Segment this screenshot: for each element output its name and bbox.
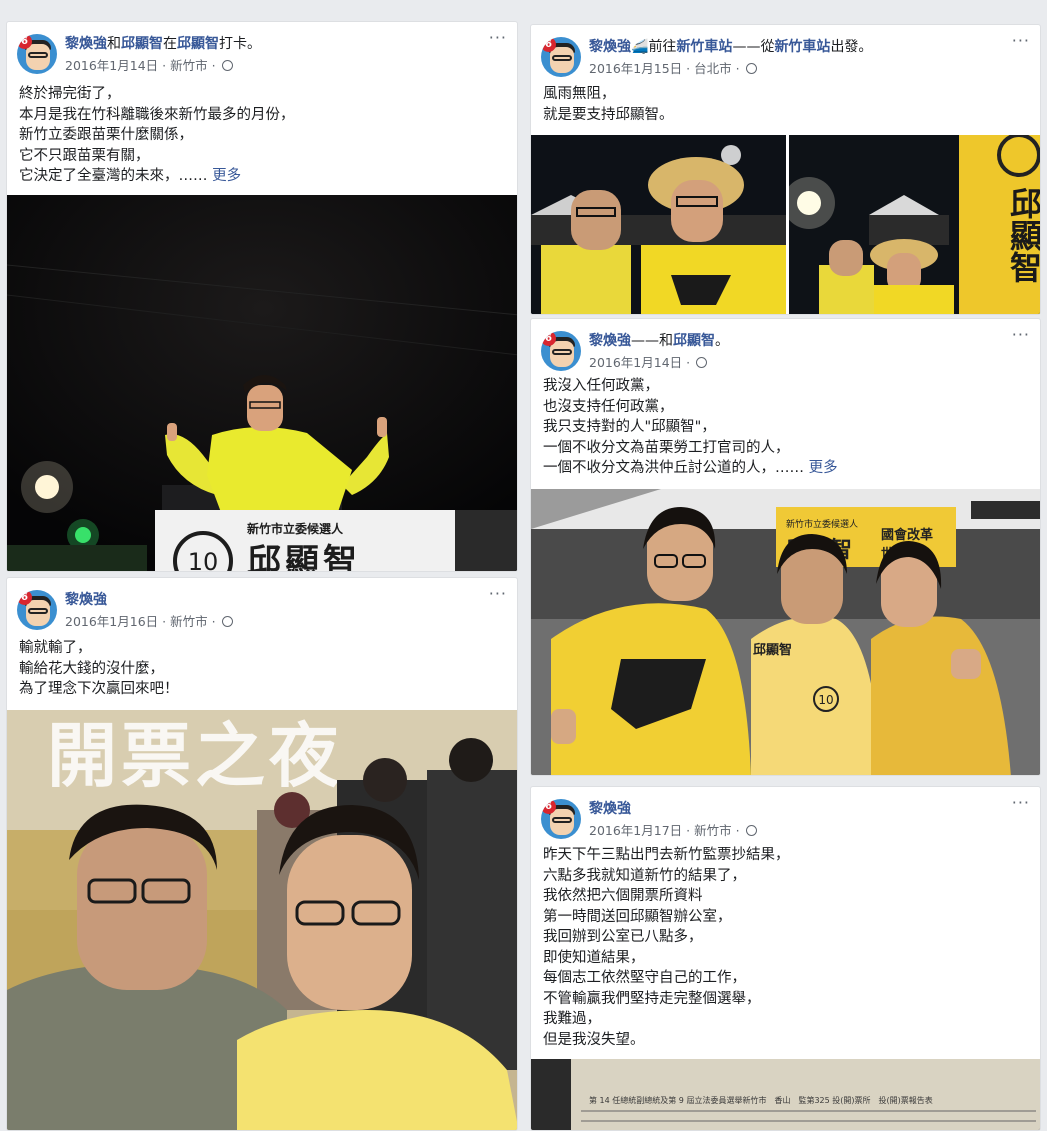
post-date[interactable]: 2016年1月14日	[65, 58, 158, 73]
post-text: 昨天下午三點出門去新竹監票抄結果， 六點多我就知道新竹的結果了， 我依然把六個開…	[543, 847, 790, 1048]
destination-link[interactable]: 新竹車站	[676, 39, 732, 55]
banner-caption: 新竹市立委候選人	[786, 518, 858, 530]
more-options-icon[interactable]: ···	[489, 30, 507, 46]
post-title: 黎煥強和邱顯智在邱顯智打卡。	[65, 36, 261, 52]
tagged-link[interactable]: 邱顯智	[121, 36, 163, 52]
author-link[interactable]: 黎煥強	[65, 36, 107, 52]
post-card: 6 黎煥強——和邱顯智。 2016年1月14日 · ··· 我沒入任何政黨， 也…	[530, 318, 1041, 776]
globe-icon	[745, 825, 757, 836]
post-place[interactable]: 新竹市	[170, 614, 208, 629]
ballot-report-photo: 第 14 任總統副總統及第 9 屆立法委員選舉新竹市 香山 監第325 投(開)…	[531, 1059, 1040, 1130]
top-bar	[0, 0, 1047, 22]
post-title: 黎煥強	[65, 589, 107, 609]
author-link[interactable]: 黎煥強	[589, 333, 631, 349]
post-place[interactable]: 新竹市	[694, 823, 732, 838]
post-date[interactable]: 2016年1月14日	[589, 355, 682, 370]
globe-icon	[221, 60, 233, 71]
document-text: 第 14 任總統副總統及第 9 屆立法委員選舉新竹市 香山 監第325 投(開)…	[589, 1095, 933, 1105]
author-link[interactable]: 黎煥強	[589, 801, 631, 817]
see-more-link[interactable]: 更多	[212, 168, 241, 184]
post-photo[interactable]	[531, 135, 786, 314]
post-photo[interactable]: 第 14 任總統副總統及第 9 屆立法委員選舉新竹市 香山 監第325 投(開)…	[531, 1059, 1040, 1130]
post-date[interactable]: 2016年1月16日	[65, 614, 158, 629]
post-header: 6 黎煥強和邱顯智在邱顯智打卡。 2016年1月14日 · 新竹市 · ···	[17, 30, 507, 76]
post-photo[interactable]: 邱顯智	[789, 135, 1041, 314]
avatar[interactable]: 6	[541, 37, 581, 77]
photo-candidate-name: 邱顯智	[247, 542, 361, 572]
more-options-icon[interactable]: ···	[1012, 33, 1030, 49]
vest-name: 邱顯智	[753, 642, 792, 658]
post-text: 風雨無阻， 就是要支持邱顯智。	[543, 86, 674, 123]
post-text: 終於掃完街了， 本月是我在竹科離職後來新竹最多的月份， 新竹立委跟苗栗什麼關係，…	[19, 86, 295, 184]
badge-number: 10	[818, 693, 833, 707]
post-meta: 2016年1月15日 · 台北市 ·	[589, 58, 757, 77]
post-meta: 2016年1月16日 · 新竹市 ·	[65, 611, 233, 630]
rally-night-photo: 10 新竹市立委候選人 邱顯智	[7, 195, 517, 572]
author-link[interactable]: 黎煥強	[65, 592, 107, 608]
post-header: 6 黎煥強 2016年1月17日 · 新竹市 · ···	[541, 795, 1030, 841]
globe-icon	[696, 357, 708, 368]
candidate-number: 10	[188, 548, 219, 572]
avatar[interactable]: 6	[541, 799, 581, 839]
origin-link[interactable]: 新竹車站	[774, 39, 830, 55]
post-header: 6 黎煥強🚄前往新竹車站——從新竹車站出發。 2016年1月15日 · 台北市 …	[541, 33, 1030, 79]
post-text: 輸就輸了， 輸給花大錢的沒什麼， 為了理念下次贏回來吧！	[19, 640, 179, 697]
post-meta: 2016年1月14日 · 新竹市 ·	[65, 55, 233, 74]
sign-text: 邱顯智	[1005, 187, 1041, 283]
post-card: 6 黎煥強🚄前往新竹車站——從新竹車站出發。 2016年1月15日 · 台北市 …	[530, 24, 1041, 315]
post-card: 6 黎煥強 2016年1月17日 · 新竹市 · ··· 昨天下午三點出門去新竹…	[530, 786, 1041, 1131]
avatar[interactable]: 6	[17, 34, 57, 74]
train-icon: 🚄	[631, 39, 649, 55]
globe-icon	[221, 616, 233, 627]
more-options-icon[interactable]: ···	[489, 586, 507, 602]
post-header: 6 黎煥強 2016年1月16日 · 新竹市 · ···	[17, 586, 507, 632]
post-place[interactable]: 新竹市	[170, 58, 208, 73]
post-header: 6 黎煥強——和邱顯智。 2016年1月14日 · ···	[541, 327, 1030, 373]
location-link[interactable]: 邱顯智	[177, 36, 219, 52]
more-options-icon[interactable]: ···	[1012, 327, 1030, 343]
selfie-photo: 開票之夜	[7, 710, 517, 1130]
post-meta: 2016年1月17日 · 新竹市 ·	[589, 820, 757, 839]
photo-caption: 新竹市立委候選人	[247, 521, 344, 536]
post-photo[interactable]: 開票之夜	[7, 710, 517, 1130]
rally-photo-left	[531, 135, 786, 314]
post-title: 黎煥強	[589, 798, 631, 818]
avatar[interactable]: 6	[541, 331, 581, 371]
post-date[interactable]: 2016年1月15日	[589, 61, 682, 76]
post-date[interactable]: 2016年1月17日	[589, 823, 682, 838]
poster-text: 開票之夜	[47, 715, 343, 797]
post-photo[interactable]: 新竹市立委候選人 邱顯智 國會改革 世代交替 邱顯智 10	[531, 489, 1040, 775]
post-card: 6 黎煥強 2016年1月16日 · 新竹市 · ··· 輸就輸了， 輸給花大錢…	[6, 577, 518, 1131]
post-text: 我沒入任何政黨， 也沒支持任何政黨， 我只支持對的人"邱顯智"， 一個不收分文為…	[543, 378, 838, 476]
group-photo: 新竹市立委候選人 邱顯智 國會改革 世代交替 邱顯智 10	[531, 489, 1040, 775]
banner-slogan-1: 國會改革	[881, 527, 933, 543]
post-title: 黎煥強——和邱顯智。	[589, 333, 729, 349]
rally-photo-right: 邱顯智	[789, 135, 1041, 314]
tagged-link[interactable]: 邱顯智	[673, 333, 715, 349]
post-title: 黎煥強🚄前往新竹車站——從新竹車站出發。	[589, 39, 873, 55]
post-meta: 2016年1月14日 ·	[589, 352, 708, 371]
post-place[interactable]: 台北市	[694, 61, 732, 76]
post-card: 6 黎煥強和邱顯智在邱顯智打卡。 2016年1月14日 · 新竹市 · ··· …	[6, 21, 518, 572]
author-link[interactable]: 黎煥強	[589, 39, 631, 55]
more-options-icon[interactable]: ···	[1012, 795, 1030, 811]
see-more-link[interactable]: 更多	[809, 460, 838, 476]
globe-icon	[745, 63, 757, 74]
avatar[interactable]: 6	[17, 590, 57, 630]
post-photo[interactable]: 10 新竹市立委候選人 邱顯智	[7, 195, 517, 572]
